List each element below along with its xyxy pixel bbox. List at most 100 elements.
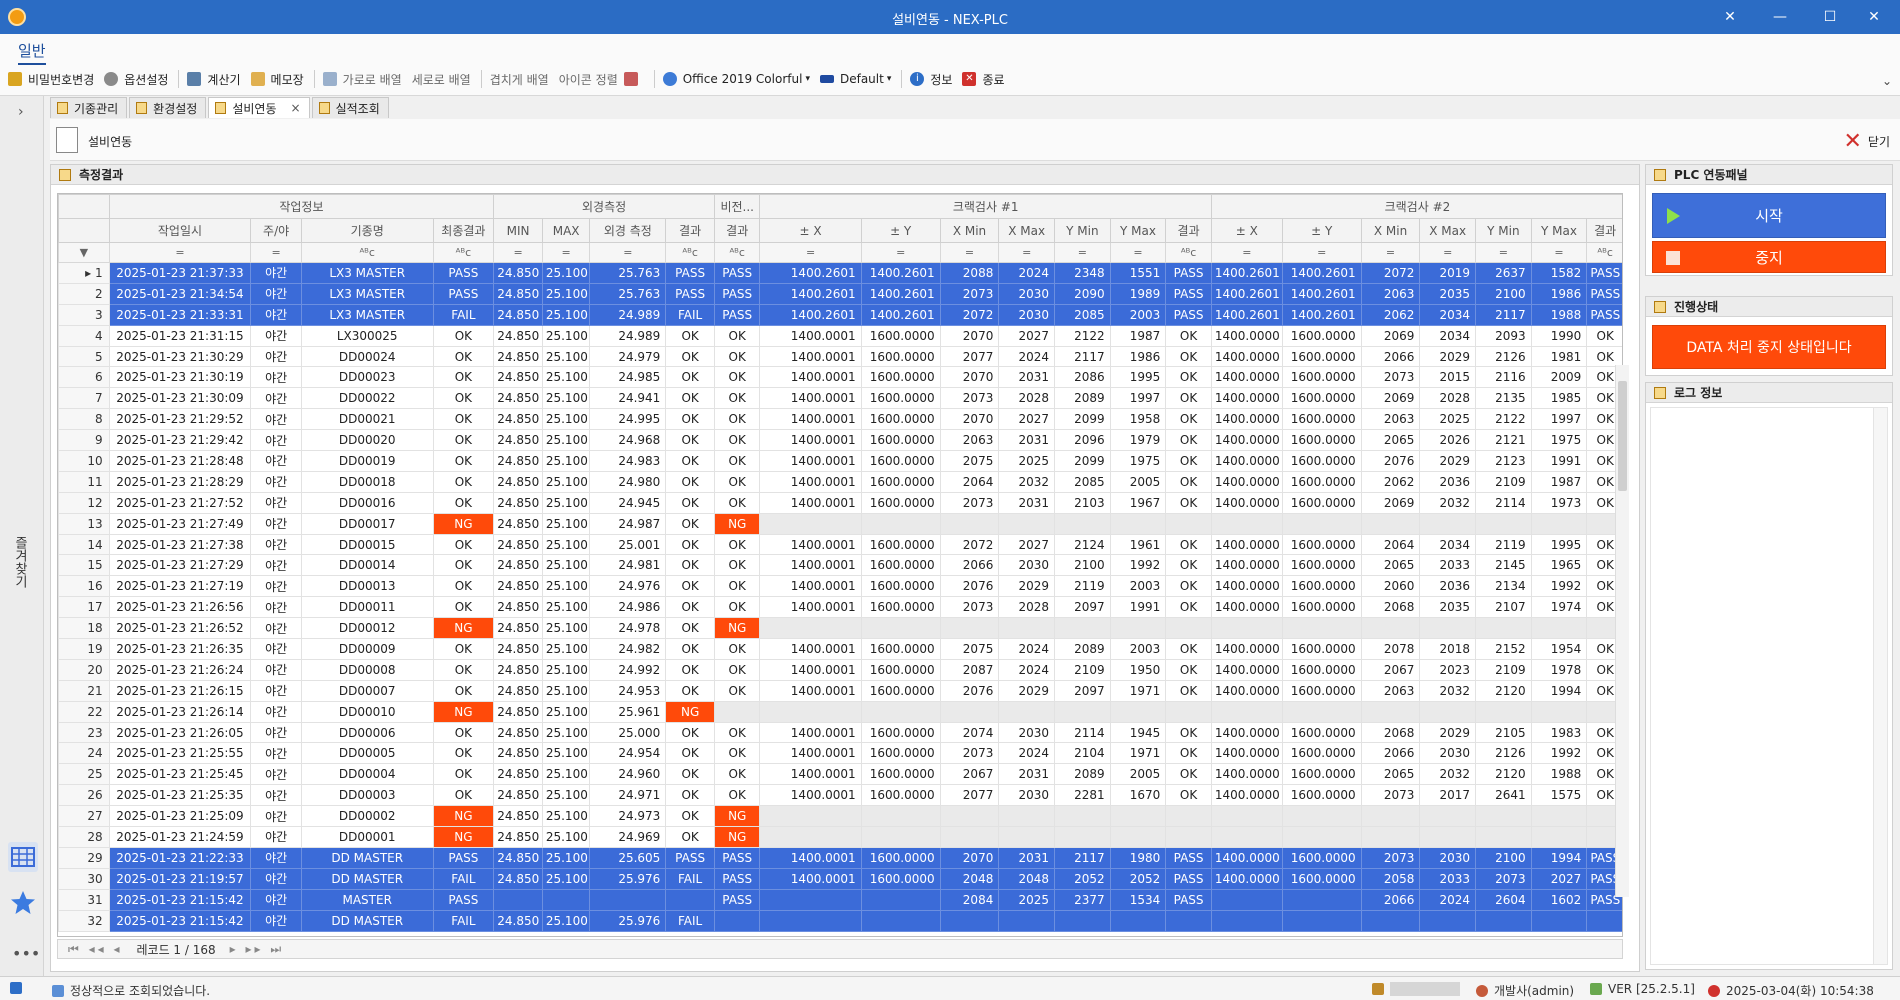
table-cell[interactable]: 1600.0000 — [860, 742, 941, 765]
table-cell[interactable]: 2025 — [998, 450, 1055, 472]
table-cell[interactable]: 25.100 — [541, 742, 591, 765]
table-cell[interactable]: OK — [1165, 658, 1212, 681]
table-cell[interactable]: 2025-01-23 21:26:52 — [108, 617, 252, 640]
table-cell[interactable]: 1600.0000 — [860, 867, 941, 890]
table-cell[interactable]: OK — [665, 596, 715, 619]
table-cell[interactable] — [1360, 909, 1421, 932]
table-cell[interactable]: 1400.0000 — [1210, 742, 1283, 765]
table-cell[interactable]: 25.100 — [541, 366, 591, 389]
table-cell[interactable]: PASS — [665, 282, 715, 305]
table-cell[interactable]: 2097 — [1054, 679, 1111, 702]
table-cell[interactable]: 2072 — [1360, 262, 1421, 284]
table-cell[interactable]: 야간 — [250, 742, 302, 765]
palette-dropdown[interactable]: Default ▾ — [819, 72, 891, 86]
table-cell[interactable] — [1054, 909, 1111, 932]
table-cell[interactable]: PASS — [432, 282, 495, 305]
stop-button[interactable]: 중지 — [1652, 241, 1886, 273]
table-row[interactable]: 6 2025-01-23 21:30:19 야간 DD00023 OK 24.850 25.… — [58, 366, 1622, 389]
table-cell[interactable]: 1600.0000 — [860, 345, 941, 368]
table-cell[interactable] — [1360, 700, 1421, 723]
table-cell[interactable]: 야간 — [250, 533, 302, 556]
table-row[interactable]: 3 2025-01-23 21:33:31 야간 LX3 MASTER FAIL 24.8… — [58, 303, 1622, 326]
table-cell[interactable]: 24.850 — [493, 846, 543, 869]
table-cell[interactable]: 2090 — [1054, 282, 1111, 305]
table-cell[interactable]: 2025-01-23 21:25:09 — [108, 805, 252, 828]
table-cell[interactable]: 1600.0000 — [860, 784, 941, 807]
table-cell[interactable]: 25.100 — [541, 721, 591, 744]
table-cell[interactable]: 2031 — [998, 846, 1055, 869]
table-cell[interactable]: 야간 — [250, 679, 302, 702]
table-cell[interactable] — [1530, 805, 1588, 828]
table-cell[interactable]: 1400.0001 — [759, 679, 862, 702]
table-cell[interactable]: 2025-01-23 21:26:35 — [108, 638, 252, 660]
table-cell[interactable]: 2031 — [998, 491, 1055, 514]
table-cell[interactable]: OK — [432, 596, 495, 619]
table-cell[interactable]: 1965 — [1530, 554, 1588, 577]
table-cell[interactable]: 2348 — [1054, 262, 1111, 284]
table-cell[interactable] — [939, 512, 1000, 535]
table-cell[interactable]: 2085 — [1054, 470, 1111, 493]
table-row[interactable]: 7 2025-01-23 21:30:09 야간 DD00022 OK 24.850 25.… — [58, 387, 1622, 410]
table-cell[interactable]: DD MASTER — [300, 867, 434, 890]
table-cell[interactable]: OK — [1165, 429, 1212, 452]
table-cell[interactable]: OK — [1165, 784, 1212, 807]
table-cell[interactable]: 2030 — [1419, 742, 1477, 765]
table-cell[interactable] — [1281, 888, 1362, 911]
table-cell[interactable]: 1989 — [1109, 282, 1167, 305]
table-cell[interactable]: 야간 — [250, 721, 302, 744]
table-cell[interactable] — [1054, 700, 1111, 723]
table-cell[interactable]: 2107 — [1475, 596, 1532, 619]
table-cell[interactable]: PASS — [1165, 846, 1212, 869]
table-cell[interactable]: 1992 — [1530, 575, 1588, 598]
table-cell[interactable]: OK — [713, 470, 761, 493]
table-cell[interactable]: 2073 — [939, 387, 1000, 410]
table-cell[interactable]: 1600.0000 — [860, 324, 941, 347]
table-cell[interactable]: 2025-01-23 21:22:33 — [108, 846, 252, 869]
table-cell[interactable] — [493, 888, 543, 911]
table-cell[interactable]: 2637 — [1475, 262, 1532, 284]
table-cell[interactable]: 2025-01-23 21:29:52 — [108, 408, 252, 431]
table-cell[interactable]: 1400.0000 — [1210, 658, 1283, 681]
table-cell[interactable]: 2066 — [1360, 742, 1421, 765]
table-cell[interactable]: OK — [713, 324, 761, 347]
table-cell[interactable]: 1400.0000 — [1210, 429, 1283, 452]
table-cell[interactable]: 2063 — [1360, 408, 1421, 431]
table-cell[interactable] — [1475, 805, 1532, 828]
table-cell[interactable]: 25.976 — [589, 909, 667, 932]
table-cell[interactable]: 야간 — [250, 826, 302, 848]
maximize-button[interactable]: ☐ — [1810, 4, 1850, 30]
table-cell[interactable]: 1534 — [1109, 888, 1167, 911]
table-cell[interactable]: 24.981 — [589, 554, 667, 577]
table-cell[interactable] — [1165, 909, 1212, 932]
filter-cell[interactable]: ᴬᴮc — [1165, 242, 1212, 263]
cascade-button[interactable]: 겹치게 배열 — [490, 71, 549, 88]
table-cell[interactable]: 1971 — [1109, 679, 1167, 702]
table-cell[interactable]: 야간 — [250, 888, 302, 911]
table-cell[interactable]: 25.100 — [541, 282, 591, 305]
table-cell[interactable]: 1600.0000 — [860, 533, 941, 556]
table-cell[interactable]: OK — [432, 554, 495, 577]
table-cell[interactable]: FAIL — [432, 867, 495, 890]
table-cell[interactable]: 2003 — [1109, 303, 1167, 326]
table-cell[interactable]: 24.850 — [493, 408, 543, 431]
table-cell[interactable]: 2034 — [1419, 533, 1477, 556]
table-cell[interactable]: 1400.0000 — [1210, 450, 1283, 472]
table-cell[interactable]: 1600.0000 — [1281, 784, 1362, 807]
table-cell[interactable]: 24.978 — [589, 617, 667, 640]
table-cell[interactable]: 25.100 — [541, 784, 591, 807]
table-cell[interactable]: 1988 — [1530, 303, 1588, 326]
table-cell[interactable]: 1961 — [1109, 533, 1167, 556]
table-cell[interactable]: OK — [665, 679, 715, 702]
table-cell[interactable] — [1210, 888, 1283, 911]
table-cell[interactable] — [713, 700, 761, 723]
table-cell[interactable]: 2024 — [998, 658, 1055, 681]
filter-cell[interactable]: = — [1109, 242, 1167, 263]
table-row[interactable]: 31 2025-01-23 21:15:42 야간 MASTER PASS PASS 208… — [58, 888, 1622, 911]
table-cell[interactable]: 24.850 — [493, 450, 543, 472]
table-cell[interactable]: 24.850 — [493, 658, 543, 681]
row-number[interactable]: 23 — [58, 721, 110, 744]
table-cell[interactable]: 24.850 — [493, 742, 543, 765]
table-cell[interactable]: DD00023 — [300, 366, 434, 389]
table-cell[interactable]: OK — [432, 533, 495, 556]
row-number[interactable]: 15 — [58, 554, 110, 577]
